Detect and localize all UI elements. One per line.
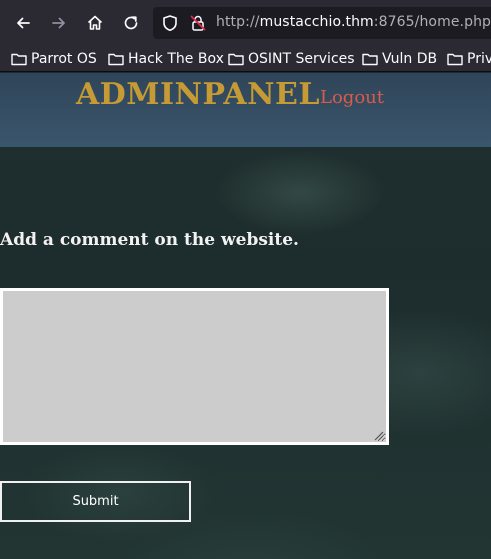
forward-icon[interactable] [45, 9, 73, 37]
insecure-lock-icon[interactable] [189, 14, 207, 32]
address-bar[interactable]: http://mustacchio.thm:8765/home.php [153, 7, 491, 39]
folder-icon [362, 53, 378, 66]
home-icon[interactable] [81, 9, 109, 37]
url-text[interactable]: http://mustacchio.thm:8765/home.php [216, 14, 491, 30]
folder-icon [228, 53, 244, 66]
comment-heading: Add a comment on the website. [0, 230, 299, 250]
comment-textarea[interactable] [0, 288, 389, 445]
bookmark-vuln-db[interactable]: Vuln DB [362, 50, 437, 68]
bookmark-parrot-os[interactable]: Parrot OS [11, 50, 97, 68]
bookmark-priv[interactable]: Priv [447, 50, 491, 68]
bookmark-label: Hack The Box [128, 51, 224, 67]
reload-icon[interactable] [117, 9, 145, 37]
url-scheme: http:// [216, 14, 260, 30]
back-icon[interactable] [9, 9, 37, 37]
shield-icon[interactable] [161, 14, 179, 32]
folder-icon [447, 53, 463, 66]
logout-link[interactable]: Logout [320, 87, 384, 108]
page-content: ADMINPANEL Logout Add a comment on the w… [0, 73, 491, 559]
brand-title: ADMINPANEL [76, 77, 320, 112]
browser-toolbar: http://mustacchio.thm:8765/home.php [0, 0, 491, 46]
bookmark-label: OSINT Services [248, 51, 355, 67]
url-host: mustacchio.thm [259, 14, 374, 30]
bookmark-label: Priv [467, 51, 491, 67]
submit-button[interactable]: Submit [0, 481, 191, 522]
folder-icon [108, 53, 124, 66]
bookmark-osint-services[interactable]: OSINT Services [228, 50, 355, 68]
bookmarks-bar: Parrot OS Hack The Box OSINT Services Vu… [0, 46, 491, 72]
folder-icon [11, 53, 27, 66]
bookmark-hack-the-box[interactable]: Hack The Box [108, 50, 224, 68]
resize-grip-icon[interactable] [372, 429, 384, 441]
bookmark-label: Vuln DB [382, 51, 438, 67]
url-path: :8765/home.php [373, 14, 491, 30]
bookmark-label: Parrot OS [31, 51, 97, 67]
